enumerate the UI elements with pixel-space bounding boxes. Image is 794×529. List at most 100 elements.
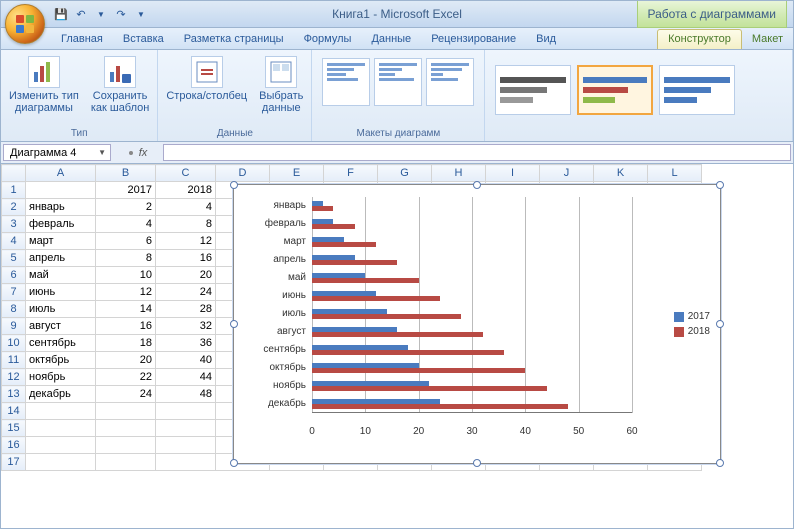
col-header-G[interactable]: G — [378, 165, 432, 182]
cell-C12[interactable]: 44 — [156, 369, 216, 386]
cell-A14[interactable] — [26, 403, 96, 420]
cell-A8[interactable]: июль — [26, 301, 96, 318]
cell-C6[interactable]: 20 — [156, 267, 216, 284]
name-box[interactable]: ▼ — [3, 144, 111, 161]
cell-C1[interactable]: 2018 — [156, 182, 216, 199]
bar-2018-8[interactable] — [312, 350, 504, 355]
select-data-button[interactable]: Выбрать данные — [257, 54, 305, 116]
cell-C4[interactable]: 12 — [156, 233, 216, 250]
chart-resize-handle-1[interactable] — [473, 181, 481, 189]
undo-icon[interactable]: ↶ — [73, 6, 89, 22]
cell-C8[interactable]: 28 — [156, 301, 216, 318]
bar-2018-3[interactable] — [312, 260, 397, 265]
chart-resize-handle-4[interactable] — [716, 320, 724, 328]
tab-design[interactable]: Конструктор — [657, 29, 742, 49]
name-box-input[interactable] — [8, 146, 88, 160]
cell-B7[interactable]: 12 — [96, 284, 156, 301]
col-header-I[interactable]: I — [486, 165, 540, 182]
switch-row-col-button[interactable]: Строка/столбец — [164, 54, 249, 104]
tab-insert[interactable]: Вставка — [113, 30, 174, 49]
name-box-dropdown-icon[interactable]: ▼ — [98, 148, 106, 157]
row-header-2[interactable]: 2 — [2, 199, 26, 216]
chart-plot-area[interactable]: 0102030405060январьфевральмартапрельмайи… — [312, 197, 632, 437]
cell-C11[interactable]: 40 — [156, 352, 216, 369]
chart-layout-1[interactable] — [322, 58, 370, 106]
cell-B15[interactable] — [96, 420, 156, 437]
cell-A9[interactable]: август — [26, 318, 96, 335]
embedded-chart[interactable]: 0102030405060январьфевральмартапрельмайи… — [233, 184, 721, 464]
cell-B2[interactable]: 2 — [96, 199, 156, 216]
row-header-8[interactable]: 8 — [2, 301, 26, 318]
cell-B9[interactable]: 16 — [96, 318, 156, 335]
col-header-L[interactable]: L — [648, 165, 702, 182]
chart-resize-handle-6[interactable] — [473, 459, 481, 467]
cell-A6[interactable]: май — [26, 267, 96, 284]
qat-customize-icon[interactable]: ▼ — [133, 6, 149, 22]
tab-formulas[interactable]: Формулы — [294, 30, 362, 49]
cell-A15[interactable] — [26, 420, 96, 437]
col-header-E[interactable]: E — [270, 165, 324, 182]
row-header-10[interactable]: 10 — [2, 335, 26, 352]
cell-A12[interactable]: ноябрь — [26, 369, 96, 386]
cell-A10[interactable]: сентябрь — [26, 335, 96, 352]
col-header-C[interactable]: C — [156, 165, 216, 182]
col-header-K[interactable]: K — [594, 165, 648, 182]
cell-A2[interactable]: январь — [26, 199, 96, 216]
chart-resize-handle-5[interactable] — [230, 459, 238, 467]
chart-style-3[interactable] — [659, 65, 735, 115]
col-header-J[interactable]: J — [540, 165, 594, 182]
chart-style-2-selected[interactable] — [577, 65, 653, 115]
bar-2017-10[interactable] — [312, 381, 429, 386]
cell-C2[interactable]: 4 — [156, 199, 216, 216]
cell-A17[interactable] — [26, 454, 96, 471]
bar-2018-11[interactable] — [312, 404, 568, 409]
col-header-A[interactable]: A — [26, 165, 96, 182]
bar-2017-5[interactable] — [312, 291, 376, 296]
cell-C13[interactable]: 48 — [156, 386, 216, 403]
row-header-4[interactable]: 4 — [2, 233, 26, 250]
bar-2017-11[interactable] — [312, 399, 440, 404]
cell-B10[interactable]: 18 — [96, 335, 156, 352]
bar-2018-7[interactable] — [312, 332, 483, 337]
row-header-15[interactable]: 15 — [2, 420, 26, 437]
cell-B12[interactable]: 22 — [96, 369, 156, 386]
bar-2018-0[interactable] — [312, 206, 333, 211]
bar-2018-1[interactable] — [312, 224, 355, 229]
bar-2018-5[interactable] — [312, 296, 440, 301]
cell-B16[interactable] — [96, 437, 156, 454]
row-header-12[interactable]: 12 — [2, 369, 26, 386]
cell-C7[interactable]: 24 — [156, 284, 216, 301]
cell-A1[interactable] — [26, 182, 96, 199]
bar-2018-10[interactable] — [312, 386, 547, 391]
bar-2018-4[interactable] — [312, 278, 419, 283]
cell-B1[interactable]: 2017 — [96, 182, 156, 199]
chart-resize-handle-2[interactable] — [716, 181, 724, 189]
save-template-button[interactable]: Сохранить как шаблон — [89, 54, 152, 116]
legend-item-2017[interactable]: 2017 — [674, 311, 710, 322]
row-header-9[interactable]: 9 — [2, 318, 26, 335]
cell-B8[interactable]: 14 — [96, 301, 156, 318]
bar-2017-9[interactable] — [312, 363, 419, 368]
chart-layout-3[interactable] — [426, 58, 474, 106]
cell-C15[interactable] — [156, 420, 216, 437]
row-header-17[interactable]: 17 — [2, 454, 26, 471]
formula-bar[interactable] — [163, 144, 791, 161]
col-header-D[interactable]: D — [216, 165, 270, 182]
fx-label[interactable]: fx — [139, 147, 148, 159]
chart-style-1[interactable] — [495, 65, 571, 115]
bar-2017-2[interactable] — [312, 237, 344, 242]
row-header-3[interactable]: 3 — [2, 216, 26, 233]
worksheet-area[interactable]: ABCDEFGHIJKL1201720182январь243февраль48… — [1, 164, 793, 528]
cell-A16[interactable] — [26, 437, 96, 454]
bar-2018-6[interactable] — [312, 314, 461, 319]
chart-resize-handle-7[interactable] — [716, 459, 724, 467]
row-header-1[interactable]: 1 — [2, 182, 26, 199]
chart-layout-2[interactable] — [374, 58, 422, 106]
legend-item-2018[interactable]: 2018 — [674, 326, 710, 337]
bar-2017-8[interactable] — [312, 345, 408, 350]
bar-2017-1[interactable] — [312, 219, 333, 224]
bar-2018-9[interactable] — [312, 368, 525, 373]
tab-data[interactable]: Данные — [361, 30, 421, 49]
chart-resize-handle-3[interactable] — [230, 320, 238, 328]
tab-layout[interactable]: Макет — [742, 30, 793, 49]
